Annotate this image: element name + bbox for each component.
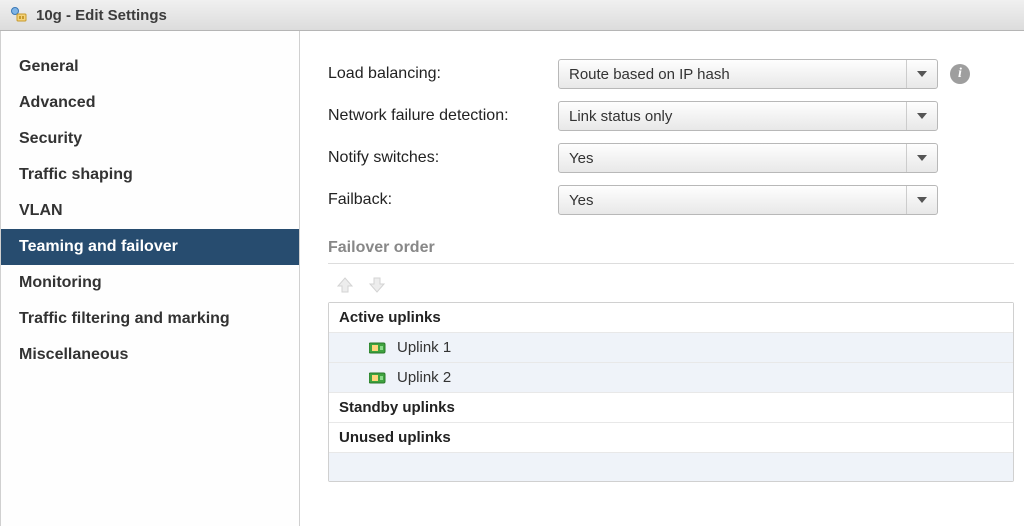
chevron-down-icon (906, 60, 927, 88)
notify-switches-label: Notify switches: (328, 149, 558, 167)
info-icon[interactable]: i (950, 64, 970, 84)
sidebar-item-miscellaneous[interactable]: Miscellaneous (1, 337, 299, 373)
chevron-down-icon (906, 186, 927, 214)
row-load-balancing: Load balancing: Route based on IP hash i (328, 59, 1014, 89)
sidebar-item-monitoring[interactable]: Monitoring (1, 265, 299, 301)
notify-switches-value: Yes (569, 150, 593, 167)
failover-order-header: Failover order (328, 239, 1014, 264)
failure-detection-value: Link status only (569, 108, 672, 125)
sidebar-item-traffic-filtering[interactable]: Traffic filtering and marking (1, 301, 299, 337)
failure-detection-dropdown[interactable]: Link status only (558, 101, 938, 131)
uplink-item[interactable]: Uplink 1 (329, 333, 1013, 363)
failback-dropdown[interactable]: Yes (558, 185, 938, 215)
failover-order-list: Active uplinks Uplink 1 (328, 302, 1014, 482)
row-failure-detection: Network failure detection: Link status o… (328, 101, 1014, 131)
main: General Advanced Security Traffic shapin… (0, 31, 1024, 526)
window-title: 10g - Edit Settings (36, 7, 167, 24)
row-notify-switches: Notify switches: Yes (328, 143, 1014, 173)
chevron-down-icon (906, 144, 927, 172)
nic-icon (369, 372, 387, 384)
sidebar-item-traffic-shaping[interactable]: Traffic shaping (1, 157, 299, 193)
load-balancing-label: Load balancing: (328, 65, 558, 83)
move-up-button[interactable] (334, 274, 356, 296)
load-balancing-value: Route based on IP hash (569, 66, 730, 83)
standby-uplinks-group[interactable]: Standby uplinks (329, 393, 1013, 423)
nic-icon (369, 342, 387, 354)
reorder-toolbar (328, 264, 1014, 302)
dvportgroup-icon (10, 6, 28, 24)
failback-label: Failback: (328, 191, 558, 209)
load-balancing-dropdown[interactable]: Route based on IP hash (558, 59, 938, 89)
uplink-label: Uplink 2 (397, 369, 451, 386)
sidebar: General Advanced Security Traffic shapin… (0, 31, 300, 526)
row-failback: Failback: Yes (328, 185, 1014, 215)
unused-uplinks-group[interactable]: Unused uplinks (329, 423, 1013, 453)
notify-switches-dropdown[interactable]: Yes (558, 143, 938, 173)
sidebar-item-teaming-and-failover[interactable]: Teaming and failover (1, 229, 299, 265)
content-pane: Load balancing: Route based on IP hash i… (300, 31, 1024, 526)
sidebar-item-general[interactable]: General (1, 49, 299, 85)
failback-value: Yes (569, 192, 593, 209)
list-blank-row (329, 453, 1013, 481)
sidebar-item-vlan[interactable]: VLAN (1, 193, 299, 229)
active-uplinks-group[interactable]: Active uplinks (329, 303, 1013, 333)
uplink-item[interactable]: Uplink 2 (329, 363, 1013, 393)
move-down-button[interactable] (366, 274, 388, 296)
failure-detection-label: Network failure detection: (328, 107, 558, 125)
sidebar-item-security[interactable]: Security (1, 121, 299, 157)
title-bar: 10g - Edit Settings (0, 0, 1024, 31)
chevron-down-icon (906, 102, 927, 130)
uplink-label: Uplink 1 (397, 339, 451, 356)
sidebar-item-advanced[interactable]: Advanced (1, 85, 299, 121)
